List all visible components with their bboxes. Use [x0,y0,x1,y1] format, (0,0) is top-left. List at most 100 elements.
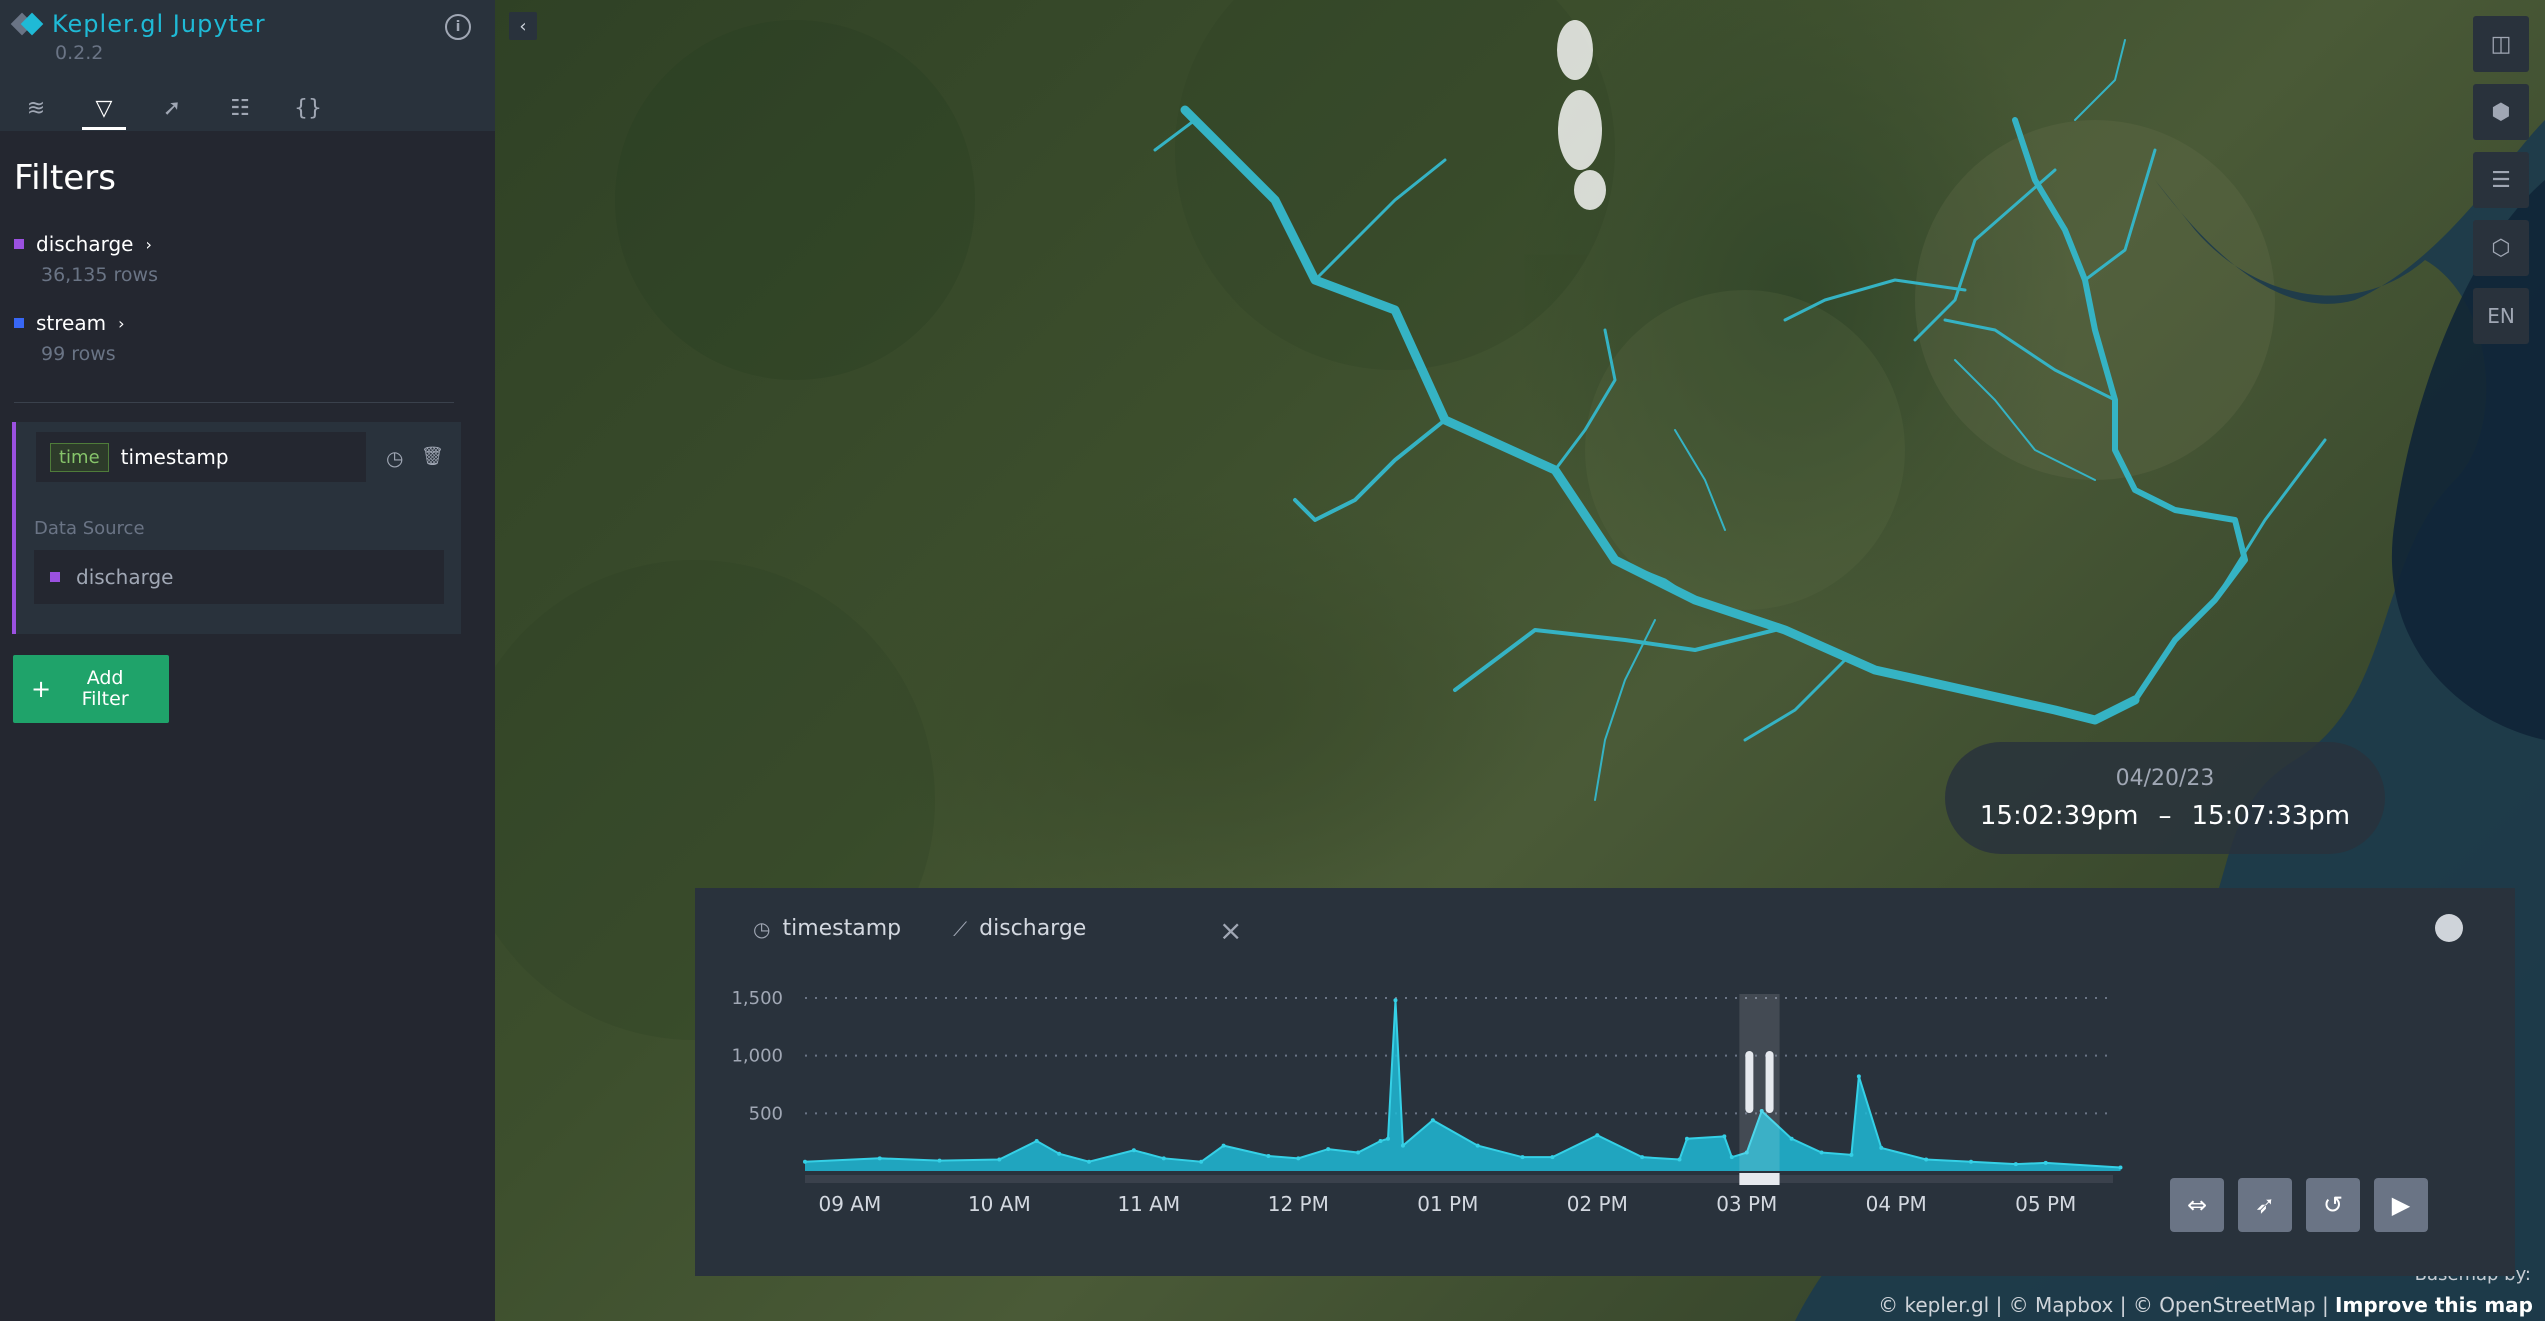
data-point [1856,1074,1861,1079]
data-point [1057,1151,1062,1156]
data-source-name: discharge [76,565,174,589]
selection-track [1739,1173,1780,1185]
tooltip-start: 15:02:39pm [1979,800,2139,831]
dataset-color-dot [14,239,24,249]
data-point [1520,1155,1525,1160]
data-point [1385,1136,1390,1141]
dataset-discharge[interactable]: discharge › 36,135 rows [14,232,158,286]
app-name: Kepler.gl Jupyter [52,10,266,38]
layers-icon[interactable]: ≋ [14,86,58,130]
brush-handle-left [1745,1051,1754,1113]
field-type-tag: time [50,442,109,472]
legend-icon[interactable]: ☰ [2473,152,2529,208]
data-point [1789,1136,1794,1141]
reset-icon[interactable]: ↺ [2306,1178,2360,1232]
split-map-icon[interactable]: ◫ [2473,16,2529,72]
divider [14,402,454,403]
data-source-selector[interactable]: discharge [34,550,444,604]
filter-card: time timestamp ◷ 🗑 Data Source discharge [12,422,461,634]
dataset-name: discharge [36,232,134,256]
attribution-text: © kepler.gl | © Mapbox | © OpenStreetMap… [1878,1293,2336,1317]
data-point [997,1157,1002,1162]
animation-icon[interactable]: ➶ [2238,1178,2292,1232]
brand: Kepler.gl Jupyter [10,10,266,38]
collapse-panel-button[interactable]: ‹ [509,12,537,40]
data-point [1356,1150,1361,1155]
data-point [1819,1150,1824,1155]
tooltip-end: 15:07:33pm [2191,800,2351,831]
info-icon[interactable]: i [445,14,471,40]
data-point [1087,1159,1092,1164]
data-point [1326,1147,1331,1152]
data-point [1722,1134,1727,1139]
data-point [1595,1133,1600,1138]
side-panel: Kepler.gl Jupyter 0.2.2 i ≋ ▽ ➚ ☷ {} Fil… [0,0,495,1321]
data-point [2013,1162,2018,1167]
config-icon[interactable]: {} [286,86,330,130]
draw-icon[interactable]: ⬡ [2473,220,2529,276]
data-point [1968,1159,1973,1164]
dataset-color-dot [14,318,24,328]
tooltip-separator: – [2158,800,2172,831]
3d-map-icon[interactable]: ⬢ [2473,84,2529,140]
x-tick-label: 09 AM [818,1192,881,1216]
data-point [1131,1148,1136,1153]
map-control-stack: ◫ ⬢ ☰ ⬡ EN [2473,16,2529,344]
y-tick-label: 1,000 [731,1046,783,1067]
filter-icon[interactable]: ▽ [82,86,126,130]
data-point [1199,1159,1204,1164]
improve-map-link[interactable]: Improve this map [2335,1293,2533,1317]
data-point [1640,1155,1645,1160]
data-point [1378,1139,1383,1144]
x-tick-label: 11 AM [1117,1192,1180,1216]
data-point [1849,1152,1854,1157]
playback-controls: ⇔ ➶ ↺ ▶ [2170,1178,2428,1232]
data-point [937,1158,942,1163]
plus-icon: + [31,675,52,703]
trash-icon[interactable]: 🗑 [421,446,444,467]
x-tick-label: 10 AM [968,1192,1031,1216]
data-point [1684,1136,1689,1141]
brush-handle-right [1765,1051,1774,1113]
y-tick-label: 500 [749,1103,783,1124]
expand-icon[interactable]: ⇔ [2170,1178,2224,1232]
data-point [1266,1154,1271,1159]
kepler-logo-icon [10,10,44,38]
panel-title: Filters [14,158,116,198]
dataset-name: stream [36,311,107,335]
app-version: 0.2.2 [55,42,104,64]
chevron-right-icon: › [118,313,125,333]
chevron-right-icon: › [145,234,152,254]
discharge-area [805,1000,2121,1171]
play-icon[interactable]: ▶ [2374,1178,2428,1232]
data-point [1729,1155,1734,1160]
panel-tabs: ≋ ▽ ➚ ☷ {} [14,86,330,130]
data-point [1879,1145,1884,1150]
data-point [877,1156,882,1161]
dataset-stream[interactable]: stream › 99 rows [14,311,125,365]
data-point [1296,1156,1301,1161]
data-point [1475,1143,1480,1148]
terrain-texture [495,0,2275,1040]
x-tick-label: 04 PM [1866,1192,1927,1216]
add-filter-label: Add Filter [81,667,129,710]
x-tick-label: 05 PM [2015,1192,2076,1216]
data-point [1221,1143,1226,1148]
add-filter-button[interactable]: + Add Filter [13,655,169,723]
filter-field-name: timestamp [120,445,229,469]
data-point [2043,1160,2048,1165]
x-tick-label: 03 PM [1716,1192,1777,1216]
tooltip-date: 04/20/23 [2115,765,2215,791]
interactions-icon[interactable]: ➚ [150,86,194,130]
data-point [1677,1157,1682,1162]
filter-field-selector[interactable]: time timestamp [36,432,366,482]
map-attribution: © kepler.gl | © Mapbox | © OpenStreetMap… [1878,1293,2533,1317]
language-button[interactable]: EN [2473,288,2529,344]
data-point [1393,998,1398,1003]
basemap-icon[interactable]: ☷ [218,86,262,130]
dataset-color-dot [50,572,60,582]
x-tick-label: 01 PM [1417,1192,1478,1216]
clock-icon[interactable]: ◷ [386,446,403,470]
data-point [1161,1156,1166,1161]
side-panel-header: Kepler.gl Jupyter 0.2.2 i ≋ ▽ ➚ ☷ {} [0,0,495,131]
